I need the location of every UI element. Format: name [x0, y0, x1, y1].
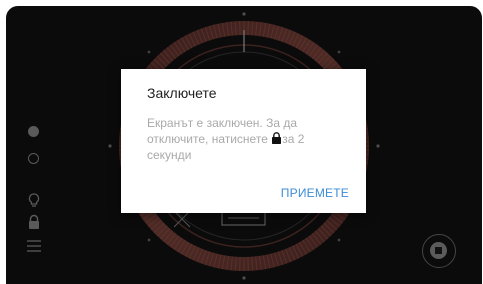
lock-dialog: Заключете Екранът е заключен. За да откл…: [121, 69, 366, 213]
dialog-message: Екранът е заключен. За да отключите, нат…: [147, 115, 352, 163]
accept-button[interactable]: ПРИЕМЕТЕ: [281, 186, 349, 200]
dialog-title: Заключете: [147, 85, 217, 101]
device-screen: Заключете Екранът е заключен. За да откл…: [6, 6, 482, 284]
lock-icon: [272, 132, 282, 144]
